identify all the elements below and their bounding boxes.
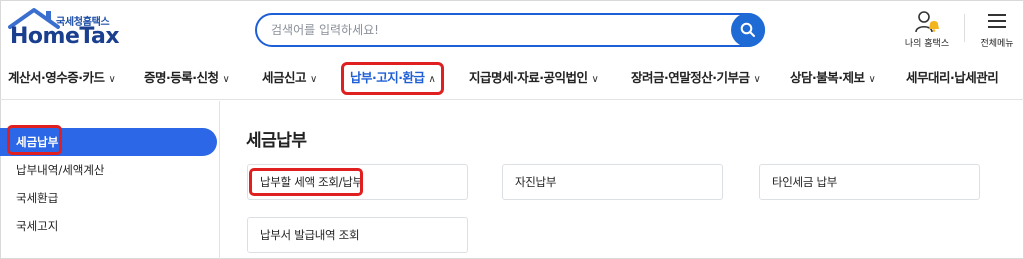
nav-item-label: 상담·불복·제보 (790, 70, 865, 85)
nav-item-statement[interactable]: 지급명세·자료·공익법인 ∨ (469, 58, 599, 98)
nav-item-tax-filing[interactable]: 세금신고 ∨ (262, 58, 317, 98)
sidebar-item-label: 국세환급 (16, 191, 59, 205)
nav-item-label: 세금신고 (262, 70, 307, 85)
header: 국세청홈택스 HomeTax 나의 홈택스 전체메뉴 (0, 0, 1024, 56)
search-box (255, 13, 765, 47)
logo-title: HomeTax (10, 24, 120, 49)
nav-item-consult[interactable]: 상담·불복·제보 ∨ (790, 58, 876, 98)
nav-item-label: 지급명세·자료·공익법인 (469, 70, 588, 85)
page-title: 세금납부 (246, 131, 307, 151)
chevron-down-icon: ∨ (222, 74, 230, 85)
nav-highlight-box (341, 62, 444, 95)
chevron-down-icon: ∨ (753, 74, 761, 85)
nav-item-label: 계산서·영수증·카드 (8, 70, 105, 85)
top-nav: 계산서·영수증·카드 ∨ 증명·등록·신청 ∨ 세금신고 ∨ 납부·고지·환급 ∧ 지급… (0, 58, 1024, 100)
card-label: 납부서 발급내역 조회 (260, 228, 360, 242)
sidebar-item-notice[interactable]: 국세고지 (0, 212, 220, 240)
my-hometax-label: 나의 홈택스 (904, 39, 950, 49)
nav-item-invoice[interactable]: 계산서·영수증·카드 ∨ (8, 58, 116, 98)
card-highlight-box (249, 168, 363, 196)
nav-item-label: 장려금·연말정산·기부금 (631, 70, 750, 85)
my-hometax-button[interactable]: 나의 홈택스 (898, 10, 956, 50)
all-menu-button[interactable]: 전체메뉴 (972, 10, 1022, 50)
sidebar-item-refund[interactable]: 국세환급 (0, 184, 220, 212)
search-button[interactable] (731, 13, 765, 47)
nav-item-label: 증명·등록·신청 (144, 70, 219, 85)
chevron-down-icon: ∨ (591, 74, 599, 85)
nav-item-label: 세무대리·납세관리 (906, 70, 999, 85)
card-self-payment[interactable]: 자진납부 (502, 164, 723, 200)
card-label: 타인세금 납부 (772, 175, 838, 189)
sidebar-item-label: 납부내역/세액계산 (16, 163, 105, 177)
nav-item-certificate[interactable]: 증명·등록·신청 ∨ (144, 58, 230, 98)
search-icon (740, 22, 755, 37)
user-bell-icon (915, 11, 939, 33)
sidebar-highlight-box (7, 125, 62, 155)
hometax-logo[interactable]: 국세청홈택스 HomeTax (8, 7, 120, 51)
hamburger-icon (988, 14, 1006, 28)
card-third-party-payment[interactable]: 타인세금 납부 (759, 164, 980, 200)
card-label: 자진납부 (515, 175, 557, 189)
header-divider (964, 14, 965, 42)
chevron-down-icon: ∨ (310, 74, 317, 85)
card-payment-slip-history[interactable]: 납부서 발급내역 조회 (247, 217, 468, 253)
search-input[interactable] (271, 15, 711, 45)
nav-item-agent[interactable]: 세무대리·납세관리 (906, 58, 999, 98)
sidebar-item-label: 국세고지 (16, 219, 59, 233)
all-menu-label: 전체메뉴 (980, 39, 1014, 49)
chevron-down-icon: ∨ (108, 74, 116, 85)
sidebar-item-payment-history[interactable]: 납부내역/세액계산 (0, 156, 220, 184)
nav-item-incentive[interactable]: 장려금·연말정산·기부금 ∨ (631, 58, 761, 98)
chevron-down-icon: ∨ (868, 74, 876, 85)
